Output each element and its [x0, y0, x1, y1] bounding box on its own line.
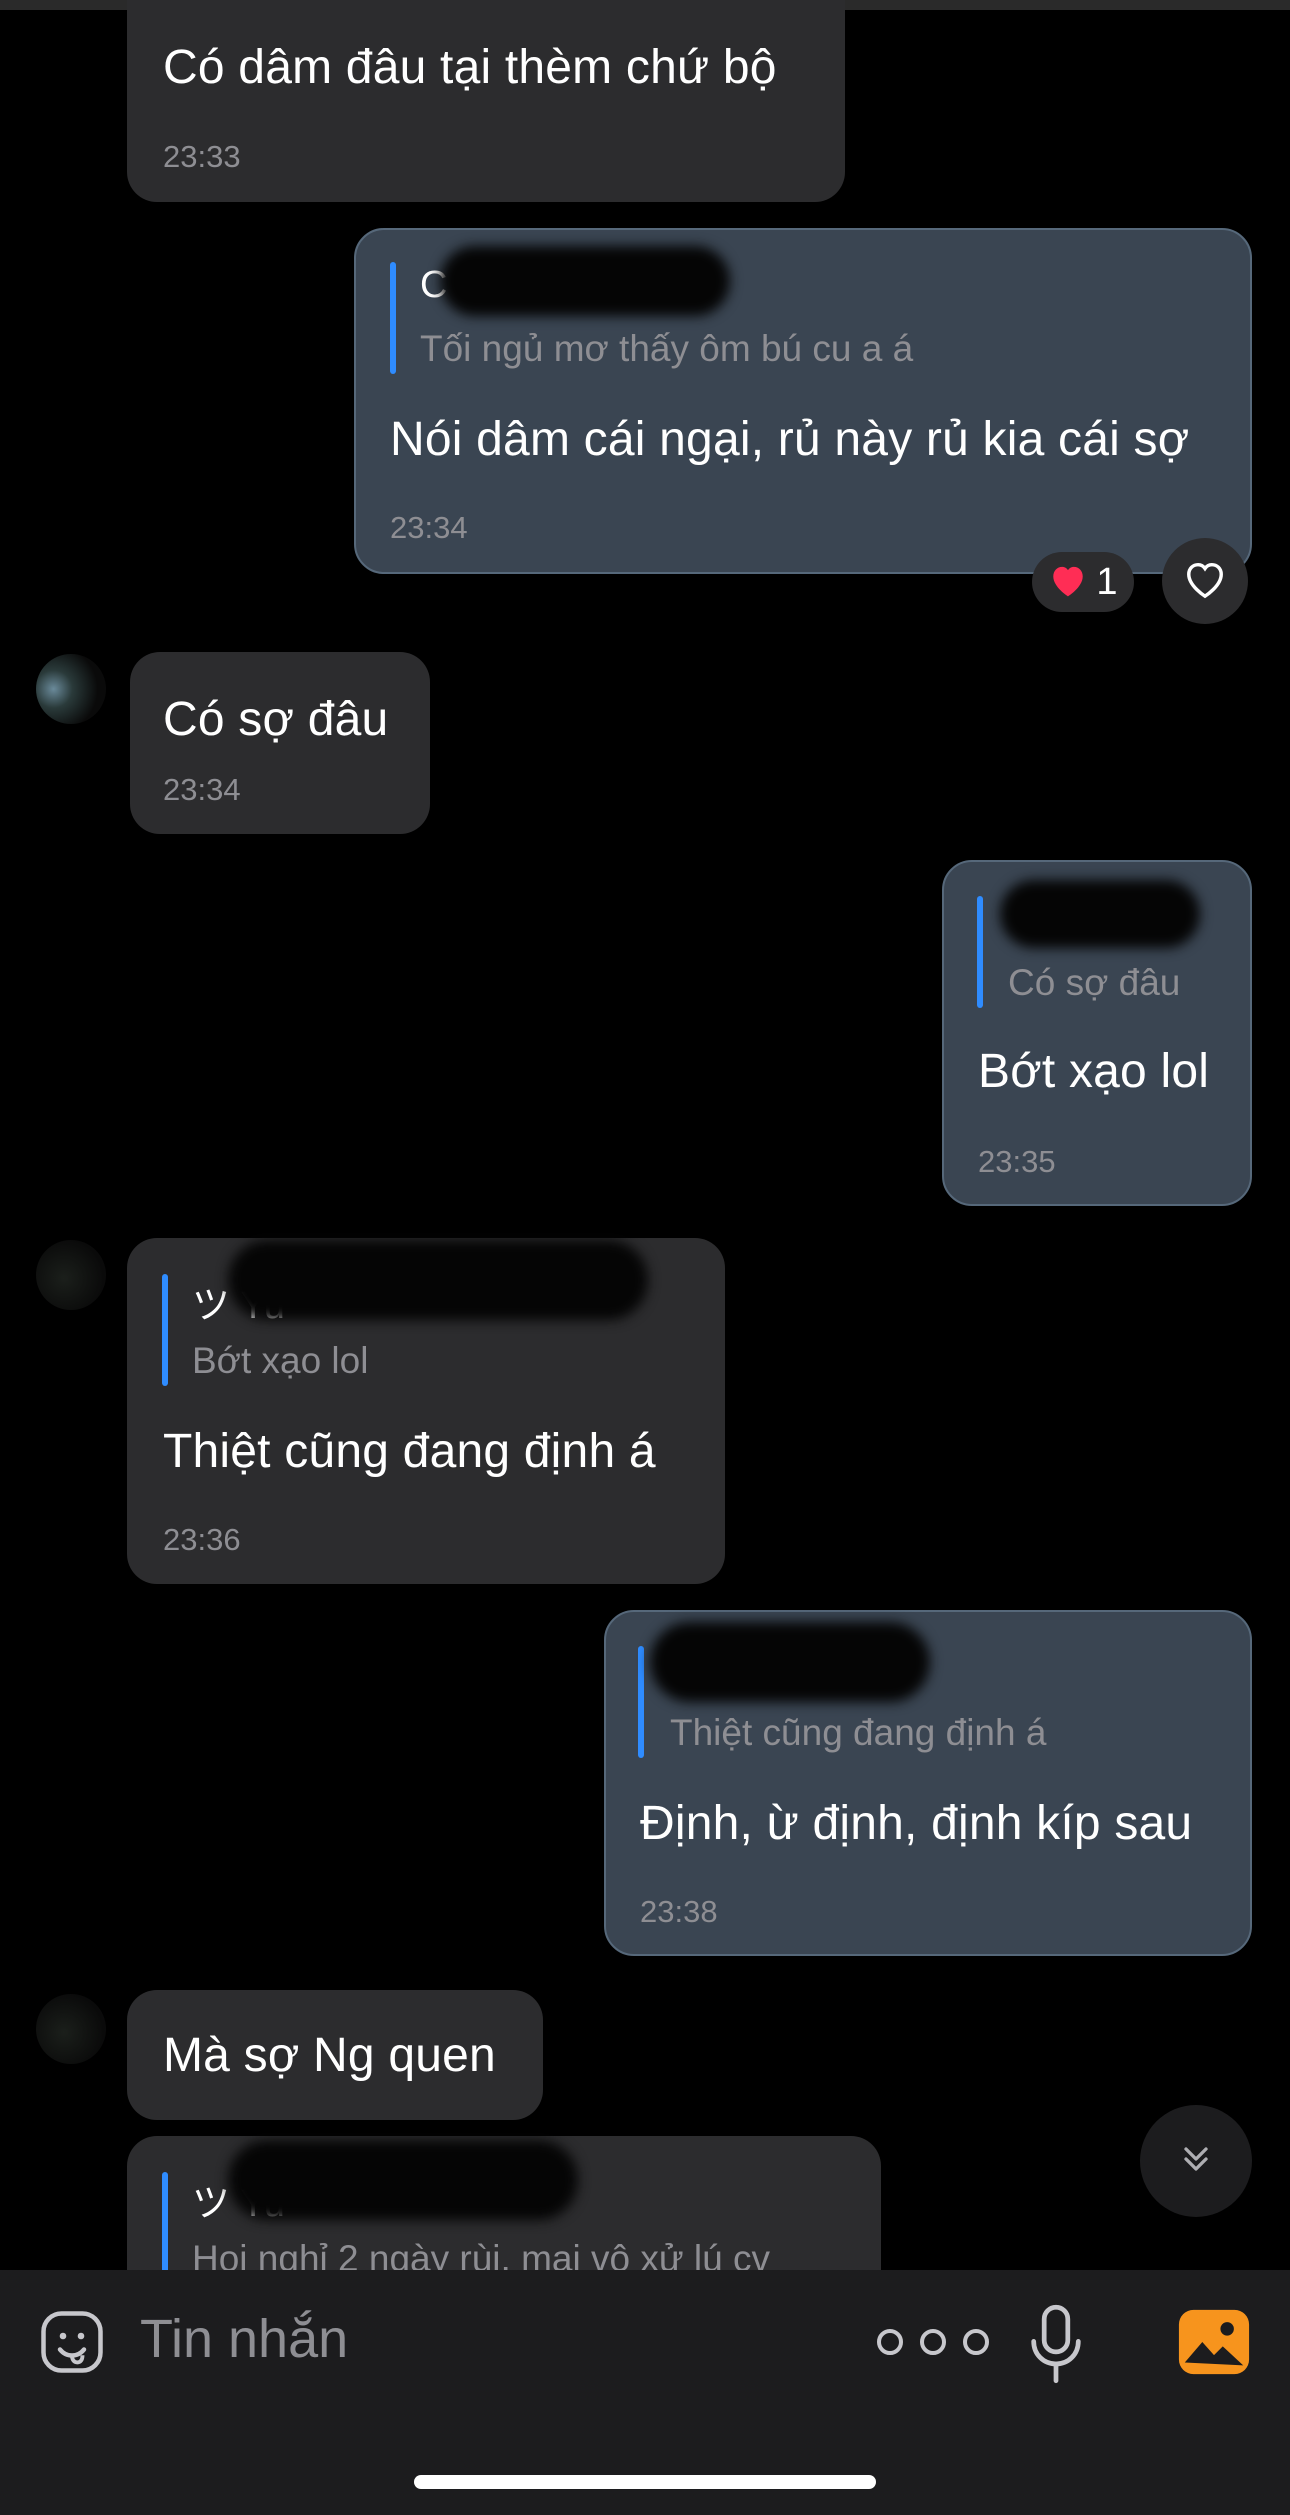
message-time: 23:34 [163, 772, 241, 807]
message-time: 23:34 [390, 510, 468, 545]
avatar[interactable] [36, 654, 106, 724]
redacted-name [228, 1240, 648, 1320]
quote-bar [162, 1274, 168, 1386]
message-time: 23:36 [163, 1522, 241, 1557]
avatar[interactable] [36, 1994, 106, 2064]
gallery-icon[interactable] [1176, 2306, 1252, 2378]
quote-text: Bớt xạo lol [192, 1340, 369, 1381]
redacted-name [228, 2140, 578, 2220]
message-time: 23:35 [978, 1144, 1056, 1179]
microphone-icon[interactable] [1024, 2302, 1088, 2386]
message-text: Bớt xạo lol [978, 1045, 1210, 1098]
reaction-count: 1 [1096, 560, 1118, 603]
redacted-name [650, 1622, 930, 1702]
scroll-to-bottom-button[interactable] [1140, 2105, 1252, 2217]
message-text: Mà sợ Ng quen [163, 2029, 496, 2082]
message-time: 23:33 [163, 139, 241, 174]
quote-bar [162, 2172, 168, 2284]
quote-text: Có sợ đâu [1008, 962, 1181, 1003]
quote-text: Tối ngủ mơ thấy ôm bú cu a á [420, 328, 914, 369]
message-text: Thiệt cũng đang định á [163, 1425, 656, 1478]
redacted-name [440, 246, 730, 316]
message-text: Có dâm đâu tại thèm chứ bộ [163, 41, 777, 94]
redacted-name [1000, 880, 1200, 948]
heart-outline-icon [1182, 558, 1228, 605]
sticker-icon[interactable] [36, 2306, 108, 2378]
message-text: Có sợ đâu [163, 693, 389, 746]
message-text: Nói dâm cái ngại, rủ này rủ kia cái sợ [390, 413, 1190, 466]
like-button[interactable] [1162, 538, 1248, 624]
heart-reaction-icon [1048, 562, 1088, 603]
quote-bar [390, 262, 396, 374]
message-input[interactable]: Tin nhắn [140, 2308, 348, 2370]
quote-bar [977, 896, 983, 1008]
message-text: Định, ừ định, định kíp sau [640, 1797, 1193, 1850]
quote-text: Thiệt cũng đang định á [670, 1712, 1047, 1753]
quote-bar [638, 1646, 644, 1758]
reaction-heart[interactable]: 1 [1032, 552, 1134, 612]
message-time: 23:38 [640, 1894, 718, 1929]
avatar[interactable] [36, 1240, 106, 1310]
more-icon[interactable] [870, 2322, 996, 2362]
double-chevron-down-icon [1176, 2139, 1216, 2184]
chat-screen: Có dâm đâu tại thèm chứ bộ 23:33 C Tối n… [0, 0, 1290, 2515]
home-indicator[interactable] [414, 2475, 876, 2489]
